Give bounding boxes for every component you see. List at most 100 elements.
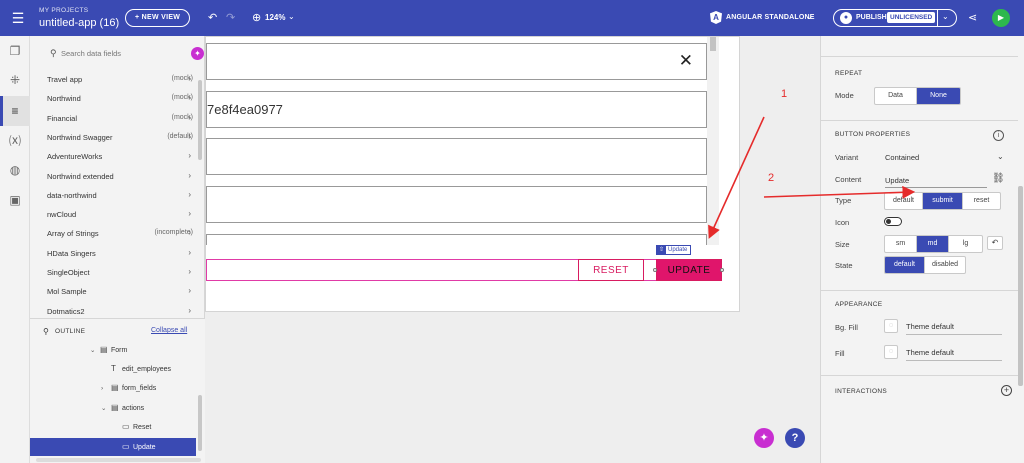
chevron-right-icon[interactable]: › (188, 74, 191, 83)
chevron-right-icon[interactable]: › (188, 267, 191, 276)
chevron-right-icon[interactable]: › (188, 190, 191, 199)
size-option-md[interactable]: md (917, 236, 949, 252)
content-input[interactable] (885, 174, 987, 188)
datasource-item[interactable]: HData Singers › (47, 247, 204, 261)
framework-selector[interactable]: ANGULAR STANDALONE (726, 14, 815, 21)
ai-assistant-button[interactable]: ✦ (754, 428, 774, 448)
form-field[interactable] (206, 138, 707, 175)
chevron-right-icon[interactable]: › (188, 286, 191, 295)
reset-size-icon[interactable]: ↶ (987, 236, 1003, 250)
redo-icon[interactable]: ↷ (226, 11, 235, 24)
resize-handle[interactable] (653, 268, 657, 272)
project-name[interactable]: untitled-app (16) (39, 17, 119, 29)
datasource-item[interactable]: nwCloud › (47, 208, 204, 222)
info-icon[interactable]: i (993, 130, 1004, 141)
scrollbar[interactable] (1018, 186, 1023, 386)
ai-sparkle-button[interactable]: ✦ (191, 47, 204, 60)
run-button[interactable]: ▶ (992, 9, 1010, 27)
size-option-lg[interactable]: lg (949, 236, 982, 252)
actions-container[interactable] (206, 259, 722, 281)
variables-icon[interactable]: ⒳ (6, 132, 24, 150)
datasource-item[interactable]: Financial (mock) › (47, 112, 204, 126)
horizontal-scrollbar[interactable] (36, 458, 201, 462)
scrollbar-thumb[interactable] (710, 37, 716, 51)
color-swatch-icon[interactable]: ◌ (884, 345, 898, 359)
bg-fill-value[interactable]: Theme default (906, 321, 1002, 335)
components-icon[interactable]: ⁜ (6, 71, 24, 89)
mode-option-none[interactable]: None (917, 88, 960, 104)
datasource-item[interactable]: Array of Strings (incomplete) › (47, 227, 204, 241)
datasource-item[interactable]: Northwind (mock) › (47, 92, 204, 106)
publish-label[interactable]: PUBLISH (856, 14, 887, 21)
chevron-down-icon[interactable]: ⌄ (90, 342, 100, 360)
chevron-right-icon[interactable]: › (188, 113, 191, 122)
datasource-item[interactable]: AdventureWorks › (47, 150, 204, 164)
datasource-item[interactable]: Dotmatics2 › (47, 305, 204, 319)
chevron-down-icon[interactable]: ⌄ (997, 152, 1004, 161)
chevron-right-icon[interactable]: › (188, 132, 191, 141)
state-segmented[interactable]: default disabled (884, 256, 966, 274)
binding-icon[interactable]: ⛓ (992, 173, 1005, 184)
chevron-down-icon[interactable]: ⌄ (101, 400, 111, 418)
datasource-item[interactable]: data-northwind › (47, 189, 204, 203)
tree-item-update-selected[interactable]: ▭ Update (30, 438, 196, 456)
state-option-default[interactable]: default (885, 257, 925, 273)
tree-item-reset[interactable]: ▭ Reset (122, 418, 151, 436)
datasource-item[interactable]: Travel app (mock) › (47, 73, 204, 87)
datasource-item[interactable]: SingleObject › (47, 266, 204, 280)
tree-item-form[interactable]: ⌄ ▤ Form (90, 341, 127, 359)
chevron-right-icon[interactable]: › (188, 228, 191, 237)
dialog-preview[interactable]: ✕ 7e8f4ea0977 RESET UPDATE ⇧ Update (205, 36, 740, 312)
help-button[interactable]: ? (785, 428, 805, 448)
hamburger-icon[interactable]: ☰ (10, 10, 26, 26)
add-interaction-button[interactable]: + (1001, 385, 1012, 396)
size-option-sm[interactable]: sm (885, 236, 917, 252)
update-button[interactable]: UPDATE (656, 259, 722, 281)
form-field[interactable] (206, 186, 707, 223)
variant-select[interactable]: Contained (885, 153, 919, 162)
datasource-item[interactable]: Mol Sample › (47, 285, 204, 299)
chevron-right-icon[interactable]: › (188, 209, 191, 218)
tree-item-update[interactable]: ▭ Update (122, 438, 156, 456)
chevron-right-icon[interactable]: › (101, 380, 111, 398)
share-icon[interactable]: ⋖ (968, 11, 977, 24)
resize-handle[interactable] (720, 268, 724, 272)
mode-segmented[interactable]: Data None (874, 87, 961, 105)
datasource-item[interactable]: Northwind Swagger (default) › (47, 131, 204, 145)
search-icon[interactable]: ⚲ (43, 327, 49, 336)
collapse-all-link[interactable]: Collapse all (151, 327, 187, 334)
scrollbar[interactable] (707, 37, 719, 245)
state-option-disabled[interactable]: disabled (925, 257, 965, 273)
tree-item-actions[interactable]: ⌄ ▤ actions (101, 399, 144, 417)
mode-option-data[interactable]: Data (875, 88, 917, 104)
database-icon[interactable]: ≡ (6, 102, 24, 120)
type-segmented[interactable]: default submit reset (884, 192, 1001, 210)
chevron-right-icon[interactable]: › (188, 151, 191, 160)
chevron-down-icon[interactable]: ⌄ (288, 12, 295, 21)
scrollbar[interactable] (198, 395, 202, 451)
palette-icon[interactable]: ◍ (6, 161, 24, 179)
chevron-right-icon[interactable]: › (188, 306, 191, 315)
type-option-submit[interactable]: submit (923, 193, 963, 209)
color-swatch-icon[interactable]: ◌ (884, 319, 898, 333)
dialog-header[interactable]: ✕ (206, 43, 707, 80)
chevron-down-icon[interactable]: ⌄ (806, 12, 813, 21)
datasource-item[interactable]: Northwind extended › (47, 170, 204, 184)
scrollbar[interactable] (198, 80, 202, 160)
type-option-default[interactable]: default (885, 193, 923, 209)
tree-item-form-fields[interactable]: › ▤ form_fields (101, 379, 156, 397)
new-view-button[interactable]: + NEW VIEW (125, 9, 191, 27)
design-canvas[interactable]: ✕ 7e8f4ea0977 RESET UPDATE ⇧ Update (205, 36, 820, 463)
form-field[interactable] (206, 234, 707, 245)
icon-toggle[interactable] (884, 217, 902, 226)
chevron-right-icon[interactable]: › (188, 93, 191, 102)
chevron-down-icon[interactable]: ⌄ (942, 12, 949, 21)
close-icon[interactable]: ✕ (679, 51, 693, 71)
reset-button[interactable]: RESET (578, 259, 644, 281)
type-option-reset[interactable]: reset (963, 193, 1000, 209)
tree-item-edit-employees[interactable]: Tedit_employees (111, 360, 171, 378)
form-field[interactable]: 7e8f4ea0977 (206, 91, 707, 128)
zoom-level[interactable]: 124% (265, 13, 285, 22)
pages-icon[interactable]: ❐ (6, 42, 24, 60)
search-input[interactable] (61, 46, 161, 60)
